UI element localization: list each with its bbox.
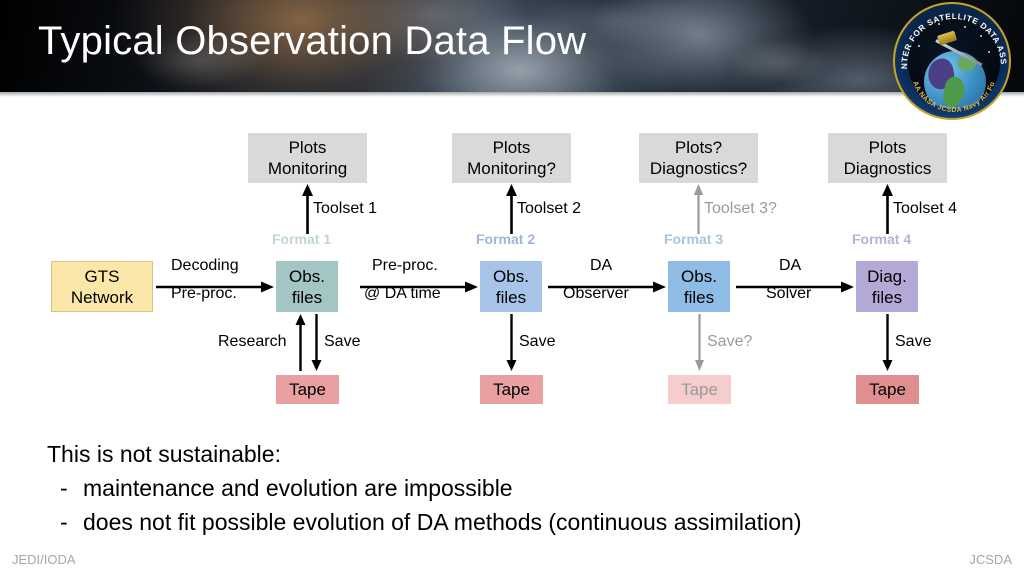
tape-box-2-label: Tape: [493, 380, 530, 399]
tape-box-4: Tape: [856, 375, 919, 404]
save-label-4: Save: [895, 333, 932, 350]
format-label-4: Format 4: [852, 231, 912, 247]
research-arrow-1: [294, 314, 307, 371]
plots-box-1-line2: Monitoring: [267, 159, 348, 178]
format-label-1: Format 1: [272, 231, 332, 247]
save-arrow-4: [881, 314, 894, 371]
plots-box-3-line2: Diagnostics?: [649, 159, 748, 178]
plots-box-4-line1: Plots: [868, 138, 907, 157]
toolset-label-1: Toolset 1: [313, 200, 378, 217]
save-arrow-1: [310, 314, 323, 371]
gts-network-box: GTS Network: [51, 261, 153, 312]
flow-label-2-bottom: @ DA time: [364, 285, 441, 302]
save-label-2: Save: [519, 333, 556, 350]
conclusion-bullet-1-text: maintenance and evolution are impossible: [83, 475, 513, 501]
bullet-marker-1: -: [60, 475, 68, 501]
obs-files-box-3: Obs. files: [668, 261, 730, 312]
diag-files-box-4: Diag. files: [856, 261, 918, 312]
tape-box-3-label: Tape: [681, 380, 718, 399]
conclusion-bullet-1: - maintenance and evolution are impossib…: [47, 471, 987, 505]
tape-box-1-label: Tape: [289, 380, 326, 399]
save-arrow-2: [505, 314, 518, 371]
plots-box-2-line2: Monitoring?: [467, 159, 556, 178]
tape-box-3: Tape: [668, 375, 731, 404]
format-label-2: Format 2: [476, 231, 536, 247]
flow-label-1-top: Decoding: [171, 257, 239, 274]
page-title: Typical Observation Data Flow: [38, 19, 587, 63]
plots-box-4-line2: Diagnostics: [843, 159, 932, 178]
header-banner: Typical Observation Data Flow: [0, 0, 1024, 92]
flow-label-4-top: DA: [779, 257, 802, 274]
footer-right-label: JCSDA: [969, 552, 1012, 567]
footer-left-label: JEDI/IODA: [12, 552, 76, 567]
toolset-label-3: Toolset 3?: [704, 200, 777, 217]
flow-label-3-top: DA: [590, 257, 613, 274]
save-arrow-3: [693, 314, 706, 371]
plots-box-3: Plots? Diagnostics?: [639, 133, 758, 183]
conclusion-block: This is not sustainable: - maintenance a…: [47, 437, 987, 539]
obs-files-box-2-line1: Obs.: [493, 266, 529, 286]
obs-files-box-2-line2: files: [495, 287, 527, 307]
obs-files-box-2: Obs. files: [480, 261, 542, 312]
obs-files-box-1-line1: Obs.: [289, 266, 325, 286]
research-label-1: Research: [218, 333, 287, 350]
data-flow-diagram: Plots Monitoring Plots Monitoring? Plots…: [0, 92, 1024, 430]
bullet-marker-2: -: [60, 509, 68, 535]
obs-files-box-1-line2: files: [291, 287, 323, 307]
flow-label-3-bottom: Observer: [563, 285, 629, 302]
diag-files-box-4-line1: Diag.: [867, 266, 907, 286]
tape-box-4-label: Tape: [869, 380, 906, 399]
conclusion-bullet-2-text: does not fit possible evolution of DA me…: [83, 509, 802, 535]
plots-box-2: Plots Monitoring?: [452, 133, 571, 183]
gts-network-line2: Network: [70, 287, 134, 307]
conclusion-bullet-2: - does not fit possible evolution of DA …: [47, 505, 987, 539]
tape-box-1: Tape: [276, 375, 339, 404]
flow-label-2-top: Pre-proc.: [372, 257, 438, 274]
toolset-label-2: Toolset 2: [517, 200, 582, 217]
plots-box-4: Plots Diagnostics: [828, 133, 947, 183]
tape-box-2: Tape: [480, 375, 543, 404]
plots-box-2-line1: Plots: [492, 138, 531, 157]
flow-label-4-bottom: Solver: [766, 285, 812, 302]
format-label-3: Format 3: [664, 231, 724, 247]
plots-box-1: Plots Monitoring: [248, 133, 367, 183]
plots-box-1-line1: Plots: [288, 138, 327, 157]
flow-label-1-bottom: Pre-proc.: [171, 285, 237, 302]
gts-network-line1: GTS: [84, 266, 120, 286]
save-label-3: Save?: [707, 333, 753, 350]
obs-files-box-3-line2: files: [683, 287, 715, 307]
obs-files-box-1: Obs. files: [276, 261, 338, 312]
save-label-1: Save: [324, 333, 361, 350]
toolset-label-4: Toolset 4: [893, 200, 958, 217]
diag-files-box-4-line2: files: [871, 287, 903, 307]
obs-files-box-3-line1: Obs.: [681, 266, 717, 286]
plots-box-3-line1: Plots?: [674, 138, 723, 157]
conclusion-heading: This is not sustainable:: [47, 441, 281, 467]
